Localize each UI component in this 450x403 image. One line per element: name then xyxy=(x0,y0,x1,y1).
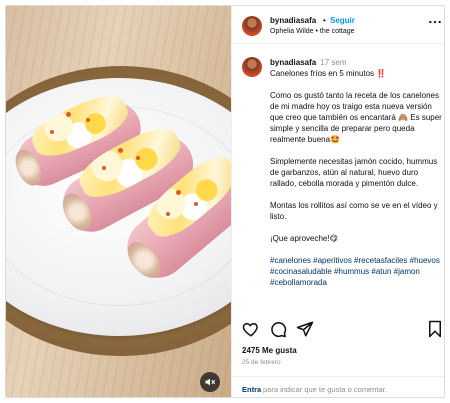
header-separator: • xyxy=(323,16,326,25)
bookmark-icon[interactable] xyxy=(426,320,444,338)
caption: bynadiasafa 17 sem Canelones fríos en 5 mi… xyxy=(232,53,444,308)
post-card: bynadiasafa • Seguir Ophelia Wilde • the… xyxy=(5,5,445,398)
caption-paragraph: Simplemente necesitas jamón cocido, humm… xyxy=(270,157,438,188)
speaker-muted-icon xyxy=(205,378,215,386)
paprika-fleck xyxy=(66,112,71,117)
paprika-fleck xyxy=(176,190,181,195)
comment-prompt: Entra para indicar que te gusta o coment… xyxy=(232,376,444,397)
paprika-fleck xyxy=(136,156,140,160)
post-date: 25 de febrero xyxy=(242,359,281,366)
caption-username[interactable]: bynadiasafa xyxy=(270,58,316,67)
caption-body: bynadiasafa 17 sem Canelones fríos en 5 mi… xyxy=(270,57,442,299)
action-bar xyxy=(232,320,444,340)
location-label[interactable]: Ophelia Wilde • the cottage xyxy=(270,28,355,35)
paprika-fleck xyxy=(86,118,90,122)
avatar[interactable] xyxy=(242,16,262,36)
paprika-fleck xyxy=(118,148,123,153)
post-video[interactable] xyxy=(6,6,231,397)
avatar[interactable] xyxy=(242,57,262,77)
follow-button[interactable]: Seguir xyxy=(330,16,355,25)
heart-icon[interactable] xyxy=(242,320,260,338)
post-header: bynadiasafa • Seguir Ophelia Wilde • the… xyxy=(232,6,444,44)
post-details-panel: bynadiasafa • Seguir Ophelia Wilde • the… xyxy=(231,6,444,397)
more-horizontal-icon[interactable] xyxy=(428,17,442,27)
comment-icon[interactable] xyxy=(269,320,287,338)
caption-paragraph: Como os gustó tanto la receta de los can… xyxy=(270,91,442,144)
share-icon[interactable] xyxy=(296,320,314,338)
hashtags[interactable]: #canelones #aperitivos #recetasfaciles #… xyxy=(270,255,442,288)
caption-paragraph: Canelones fríos en 5 minutos ‼️ xyxy=(270,69,387,78)
caption-time-ago: 17 sem xyxy=(320,58,347,67)
mute-button[interactable] xyxy=(200,372,220,392)
paprika-fleck xyxy=(166,212,170,216)
caption-paragraph: ¡Que aproveche!😋 xyxy=(270,234,338,243)
like-count[interactable]: 2475 Me gusta xyxy=(242,346,297,355)
comment-prompt-text: para indicar que te gusta o comentar. xyxy=(263,385,387,394)
paprika-fleck xyxy=(102,166,106,170)
paprika-fleck xyxy=(50,130,54,134)
header-username[interactable]: bynadiasafa xyxy=(270,16,316,25)
caption-paragraph: Montas los rollitos así como se ve en el… xyxy=(270,201,438,221)
login-link[interactable]: Entra xyxy=(242,385,261,394)
paprika-fleck xyxy=(194,202,198,206)
